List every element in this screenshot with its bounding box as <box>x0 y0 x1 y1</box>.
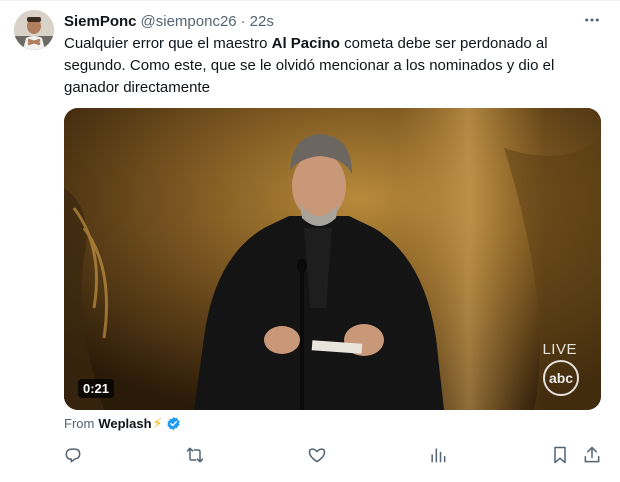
bookmark-button[interactable] <box>549 444 571 466</box>
tweet-text: Cualquier error que el maestro Al Pacino… <box>64 33 604 99</box>
avatar-image <box>14 10 54 50</box>
like-button[interactable] <box>306 444 328 466</box>
like-icon <box>308 448 326 463</box>
from-label: From <box>64 415 95 431</box>
author-handle[interactable]: @siemponc26 <box>141 13 237 30</box>
timestamp[interactable]: 22s <box>250 13 274 30</box>
source-app-link[interactable]: Weplash <box>98 416 151 431</box>
source-line: From Weplash ⚡ <box>64 414 181 432</box>
video-frame <box>64 108 601 410</box>
reply-button[interactable] <box>62 444 84 466</box>
more-dots-icon <box>585 18 599 22</box>
bookmark-icon <box>554 446 566 464</box>
share-button[interactable] <box>581 444 603 466</box>
avatar[interactable] <box>14 10 54 50</box>
video-player[interactable]: 0:21 LIVE abc <box>64 108 601 410</box>
retweet-button[interactable] <box>184 444 206 466</box>
retweet-icon <box>186 447 204 463</box>
tweet-header: SiemPonc @siemponc26 · 22s <box>64 11 274 31</box>
author-name[interactable]: SiemPonc <box>64 13 137 30</box>
tweet-text-start: Cualquier error que el maestro <box>64 35 272 52</box>
tweet-card[interactable]: SiemPonc @siemponc26 · 22s Cualquier err… <box>0 0 620 482</box>
network-logo: abc <box>543 360 579 396</box>
views-icon <box>431 448 446 463</box>
views-button[interactable] <box>427 444 449 466</box>
video-duration: 0:21 <box>78 379 115 398</box>
tweet-text-bold: Al Pacino <box>271 35 340 52</box>
reply-icon <box>65 448 81 463</box>
divider <box>0 0 620 1</box>
verified-badge-icon <box>166 416 181 431</box>
more-options-button[interactable] <box>580 8 604 32</box>
separator-dot: · <box>240 12 246 30</box>
bolt-emoji: ⚡ <box>152 414 163 431</box>
share-icon <box>584 446 600 463</box>
live-label: LIVE <box>542 341 577 358</box>
action-bar <box>0 444 620 466</box>
